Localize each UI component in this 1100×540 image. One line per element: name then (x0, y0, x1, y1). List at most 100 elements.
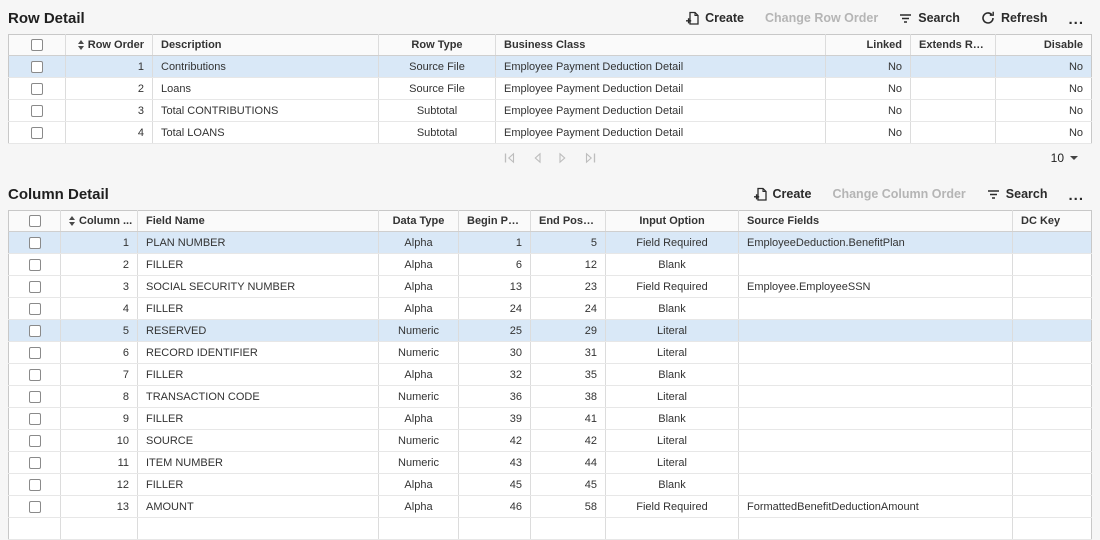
search-button[interactable]: Search (987, 187, 1047, 201)
select-all-checkbox[interactable] (31, 39, 43, 52)
cell-data-type: Numeric (378, 341, 459, 364)
column-header-input-option[interactable]: Input Option (605, 210, 739, 232)
last-page-button[interactable] (584, 151, 597, 169)
column-header-column-order[interactable]: Column ... (60, 210, 138, 232)
row-checkbox[interactable] (28, 412, 41, 425)
row-checkbox[interactable] (28, 478, 41, 491)
cell-data-type: Alpha (378, 275, 459, 298)
row-checkbox[interactable] (28, 324, 41, 337)
cell-field-name: ITEM NUMBER (137, 451, 379, 474)
table-row-partial[interactable] (8, 517, 1092, 540)
table-row[interactable]: 1 PLAN NUMBER Alpha 1 5 Field Required E… (8, 231, 1092, 254)
row-checkbox[interactable] (28, 368, 41, 381)
cell-field-name: SOCIAL SECURITY NUMBER (137, 275, 379, 298)
column-header-field-name[interactable]: Field Name (137, 210, 379, 232)
sort-icon (77, 40, 84, 50)
row-checkbox[interactable] (31, 60, 43, 73)
table-row[interactable]: 8 TRANSACTION CODE Numeric 36 38 Literal (8, 385, 1092, 408)
table-row[interactable]: 2 Loans Source File Employee Payment Ded… (8, 77, 1092, 100)
row-checkbox[interactable] (28, 456, 41, 469)
column-header-row-order[interactable]: Row Order (65, 34, 153, 56)
refresh-button[interactable]: Refresh (981, 11, 1047, 25)
cell-row-order: 2 (65, 77, 153, 100)
column-detail-toolbar: Create Change Column Order Search ... (753, 187, 1084, 203)
cell-field-name: RECORD IDENTIFIER (137, 341, 379, 364)
table-row[interactable]: 10 SOURCE Numeric 42 42 Literal (8, 429, 1092, 452)
cell-end-position: 23 (530, 275, 606, 298)
row-checkbox[interactable] (28, 434, 41, 447)
previous-page-button[interactable] (532, 151, 542, 169)
table-row[interactable]: 3 Total CONTRIBUTIONS Subtotal Employee … (8, 99, 1092, 122)
cell-begin-position: 46 (458, 495, 531, 518)
cell-begin-position: 6 (458, 253, 531, 276)
create-button[interactable]: Create (753, 187, 811, 201)
table-row[interactable]: 5 RESERVED Numeric 25 29 Literal (8, 319, 1092, 342)
table-row[interactable]: 7 FILLER Alpha 32 35 Blank (8, 363, 1092, 386)
cell-begin-position: 25 (458, 319, 531, 342)
table-row[interactable]: 9 FILLER Alpha 39 41 Blank (8, 407, 1092, 430)
table-row[interactable]: 3 SOCIAL SECURITY NUMBER Alpha 13 23 Fie… (8, 275, 1092, 298)
table-row[interactable]: 12 FILLER Alpha 45 45 Blank (8, 473, 1092, 496)
cell-field-name: TRANSACTION CODE (137, 385, 379, 408)
page-size-selector[interactable]: 10 (1051, 151, 1078, 165)
row-checkbox[interactable] (28, 390, 41, 403)
row-checkbox[interactable] (28, 346, 41, 359)
create-button[interactable]: Create (686, 11, 744, 25)
search-button[interactable]: Search (899, 11, 960, 25)
column-header-end-position[interactable]: End Position (530, 210, 606, 232)
row-checkbox[interactable] (31, 126, 43, 139)
cell-input-option: Blank (605, 363, 739, 386)
change-column-order-button[interactable]: Change Column Order (832, 187, 965, 201)
column-header-data-type[interactable]: Data Type (378, 210, 459, 232)
table-row[interactable]: 2 FILLER Alpha 6 12 Blank (8, 253, 1092, 276)
column-header-linked[interactable]: Linked (825, 34, 911, 56)
more-actions-button[interactable]: ... (1068, 11, 1084, 27)
column-header-extends-row[interactable]: Extends Row (910, 34, 996, 56)
cell-source-fields: Employee.EmployeeSSN (738, 275, 1013, 298)
cell-description: Total LOANS (152, 121, 379, 144)
table-row[interactable]: 6 RECORD IDENTIFIER Numeric 30 31 Litera… (8, 341, 1092, 364)
cell-field-name: SOURCE (137, 429, 379, 452)
cell-source-fields (738, 319, 1013, 342)
column-header-begin-position[interactable]: Begin Position (458, 210, 531, 232)
column-header-source-fields[interactable]: Source Fields (738, 210, 1013, 232)
row-checkbox[interactable] (28, 236, 41, 249)
table-row[interactable]: 11 ITEM NUMBER Numeric 43 44 Literal (8, 451, 1092, 474)
cell-row-type: Source File (378, 77, 496, 100)
cell-column-order: 6 (60, 341, 138, 364)
cell-input-option: Literal (605, 385, 739, 408)
table-row[interactable]: 1 Contributions Source File Employee Pay… (8, 55, 1092, 78)
table-row[interactable]: 13 AMOUNT Alpha 46 58 Field Required For… (8, 495, 1092, 518)
cell-input-option: Field Required (605, 275, 739, 298)
row-checkbox[interactable] (28, 280, 41, 293)
filter-icon (987, 189, 1000, 200)
more-actions-button[interactable]: ... (1068, 187, 1084, 203)
table-row[interactable]: 4 Total LOANS Subtotal Employee Payment … (8, 121, 1092, 144)
column-detail-header-row: Column ... Field Name Data Type Begin Po… (8, 210, 1092, 232)
column-header-description[interactable]: Description (152, 34, 379, 56)
row-checkbox[interactable] (28, 258, 41, 271)
row-checkbox[interactable] (31, 82, 43, 95)
row-checkbox[interactable] (28, 500, 41, 513)
cell-disable: No (995, 55, 1092, 78)
cell-row-type: Source File (378, 55, 496, 78)
cell-end-position: 29 (530, 319, 606, 342)
column-header-row-type[interactable]: Row Type (378, 34, 496, 56)
row-checkbox[interactable] (31, 104, 43, 117)
column-header-business-class[interactable]: Business Class (495, 34, 826, 56)
cell-input-option: Literal (605, 451, 739, 474)
row-checkbox[interactable] (28, 302, 41, 315)
column-header-dc-key[interactable]: DC Key (1012, 210, 1092, 232)
cell-input-option: Blank (605, 297, 739, 320)
table-row[interactable]: 4 FILLER Alpha 24 24 Blank (8, 297, 1092, 320)
cell-end-position: 58 (530, 495, 606, 518)
column-header-disable[interactable]: Disable (995, 34, 1092, 56)
cell-source-fields (738, 407, 1013, 430)
first-page-button[interactable] (503, 151, 516, 169)
select-all-checkbox[interactable] (28, 215, 41, 228)
change-row-order-button[interactable]: Change Row Order (765, 11, 878, 25)
next-page-button[interactable] (558, 151, 568, 169)
cell-linked: No (825, 77, 911, 100)
refresh-icon (981, 11, 995, 25)
column-detail-title: Column Detail (8, 185, 109, 203)
